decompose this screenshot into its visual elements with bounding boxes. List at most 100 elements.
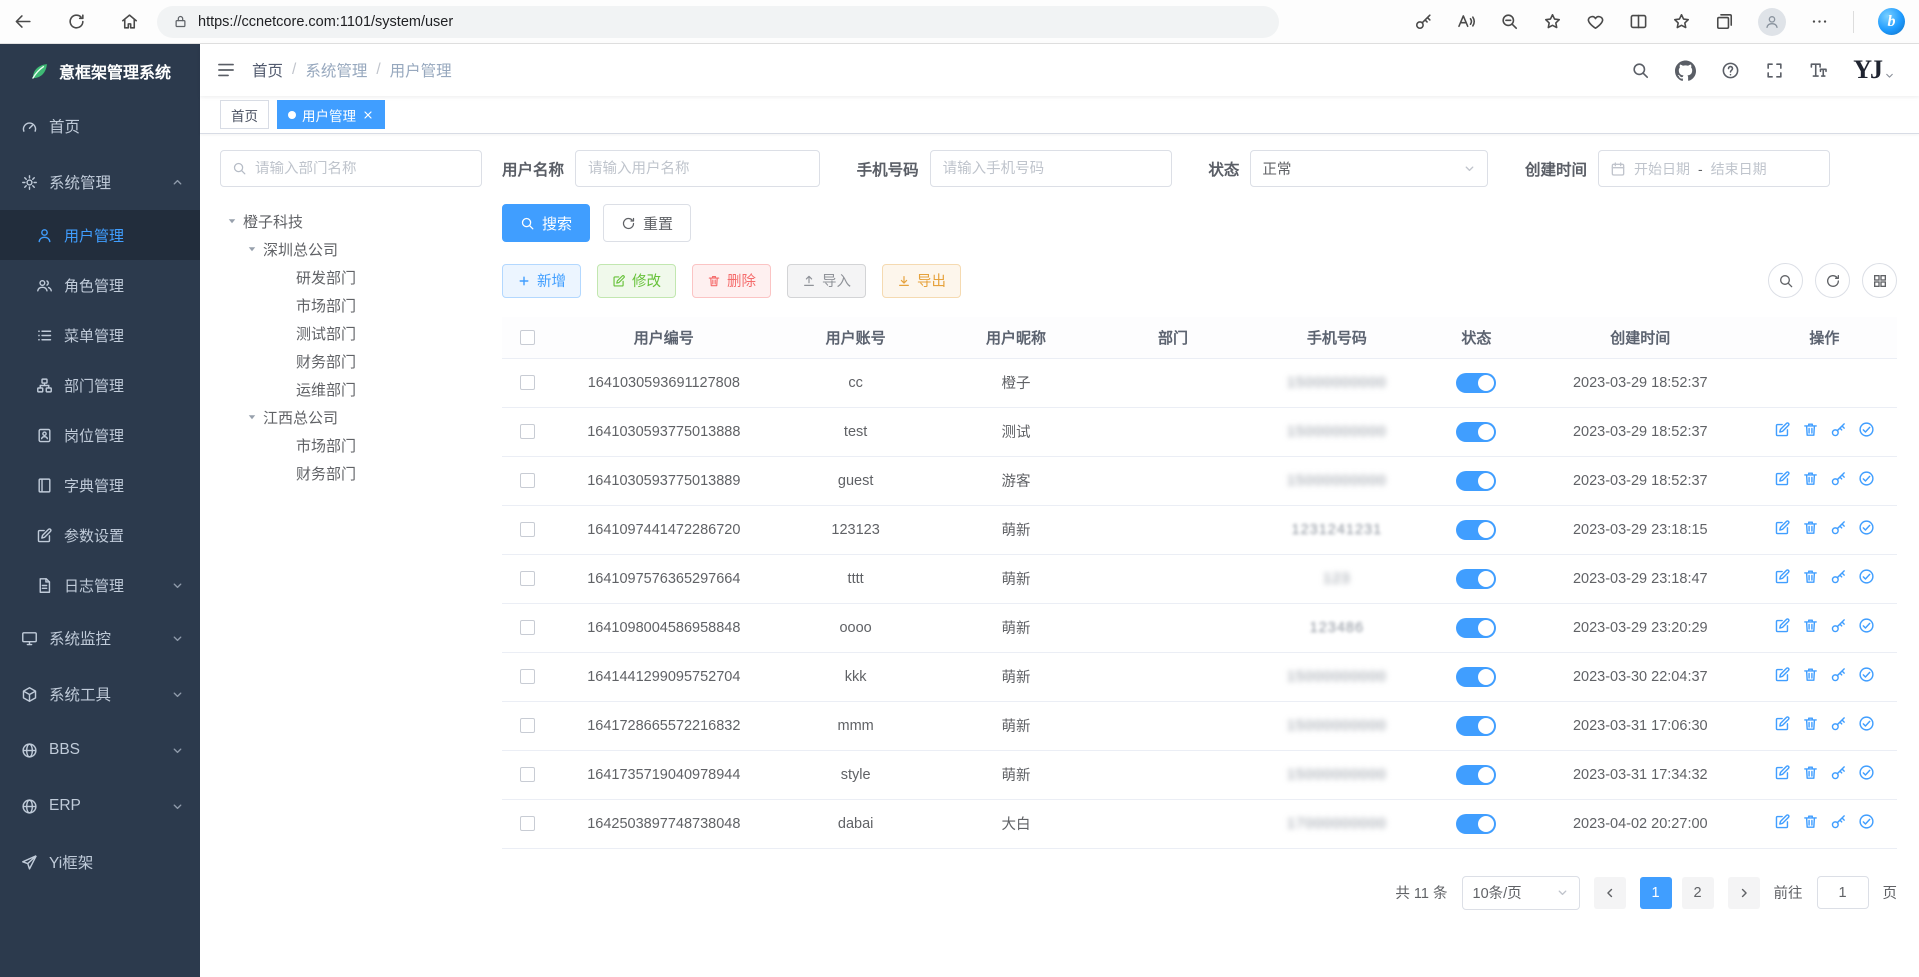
phone-input[interactable] (930, 150, 1172, 187)
delete-button[interactable]: 删除 (692, 264, 771, 298)
tab-close-icon[interactable] (362, 109, 374, 121)
columns-toggle-button[interactable] (1862, 263, 1897, 298)
page-size-select[interactable]: 10条/页 (1462, 876, 1580, 910)
row-checkbox[interactable] (520, 767, 535, 782)
breadcrumb-item[interactable]: 系统管理 (305, 59, 367, 81)
date-range-picker[interactable]: 开始日期 - 结束日期 (1598, 150, 1830, 187)
sidebar-item-user-mgmt[interactable]: 用户管理 (0, 210, 200, 260)
prev-page-button[interactable] (1594, 877, 1626, 909)
tree-node[interactable]: 财务部门 (220, 347, 482, 375)
edit-row-button[interactable] (1774, 666, 1791, 683)
status-toggle[interactable] (1456, 667, 1496, 687)
sidebar-item-param-settings[interactable]: 参数设置 (0, 510, 200, 560)
username-input[interactable] (575, 150, 820, 187)
status-toggle[interactable] (1456, 765, 1496, 785)
delete-row-button[interactable] (1802, 470, 1819, 487)
assign-role-button[interactable] (1858, 666, 1875, 683)
import-button[interactable]: 导入 (787, 264, 866, 298)
row-checkbox[interactable] (520, 620, 535, 635)
delete-row-button[interactable] (1802, 617, 1819, 634)
edit-row-button[interactable] (1774, 421, 1791, 438)
help-icon[interactable] (1721, 61, 1740, 80)
assign-role-button[interactable] (1858, 470, 1875, 487)
browser-refresh-button[interactable] (67, 12, 86, 31)
password-manager-icon[interactable] (1414, 12, 1433, 31)
sidebar-item-yi-framework[interactable]: Yi框架 (0, 834, 200, 890)
status-toggle[interactable] (1456, 422, 1496, 442)
status-toggle[interactable] (1456, 520, 1496, 540)
tree-node[interactable]: 市场部门 (220, 431, 482, 459)
tree-node[interactable]: 橙子科技 (220, 207, 482, 235)
reset-password-button[interactable] (1830, 421, 1847, 438)
sidebar-item-post-mgmt[interactable]: 岗位管理 (0, 410, 200, 460)
breadcrumb-item[interactable]: 首页 (252, 59, 283, 81)
sidebar-item-menu-mgmt[interactable]: 菜单管理 (0, 310, 200, 360)
assign-role-button[interactable] (1858, 519, 1875, 536)
edit-row-button[interactable] (1774, 715, 1791, 732)
dept-search-input[interactable] (255, 161, 470, 177)
collections-icon[interactable] (1715, 12, 1734, 31)
favorites-bar-icon[interactable] (1672, 12, 1691, 31)
breadcrumb-item[interactable]: 用户管理 (390, 59, 452, 81)
row-checkbox[interactable] (520, 473, 535, 488)
goto-page-input[interactable] (1817, 876, 1869, 909)
sidebar-item-dict-mgmt[interactable]: 字典管理 (0, 460, 200, 510)
reset-password-button[interactable] (1830, 715, 1847, 732)
font-size-icon[interactable] (1809, 61, 1828, 80)
sidebar-item-erp[interactable]: ERP (0, 778, 200, 834)
split-screen-icon[interactable] (1629, 12, 1648, 31)
reset-password-button[interactable] (1830, 519, 1847, 536)
row-checkbox[interactable] (520, 718, 535, 733)
sidebar-item-system[interactable]: 系统管理 (0, 154, 200, 210)
browser-essentials-icon[interactable] (1586, 12, 1605, 31)
sidebar-item-bbs[interactable]: BBS (0, 722, 200, 778)
sidebar-item-role-mgmt[interactable]: 角色管理 (0, 260, 200, 310)
copilot-bing-icon[interactable]: b (1878, 8, 1905, 35)
next-page-button[interactable] (1728, 877, 1760, 909)
read-aloud-icon[interactable] (1457, 12, 1476, 31)
delete-row-button[interactable] (1802, 813, 1819, 830)
toggle-search-button[interactable] (1768, 263, 1803, 298)
tab-用户管理[interactable]: 用户管理 (277, 100, 385, 129)
row-checkbox[interactable] (520, 424, 535, 439)
select-all-checkbox[interactable] (520, 330, 535, 345)
reset-password-button[interactable] (1830, 617, 1847, 634)
refresh-table-button[interactable] (1815, 263, 1850, 298)
sidebar-item-dept-mgmt[interactable]: 部门管理 (0, 360, 200, 410)
delete-row-button[interactable] (1802, 764, 1819, 781)
status-toggle[interactable] (1456, 814, 1496, 834)
edit-row-button[interactable] (1774, 470, 1791, 487)
favorites-icon[interactable] (1543, 12, 1562, 31)
assign-role-button[interactable] (1858, 764, 1875, 781)
browser-profile-avatar[interactable] (1758, 8, 1786, 36)
assign-role-button[interactable] (1858, 715, 1875, 732)
row-checkbox[interactable] (520, 816, 535, 831)
delete-row-button[interactable] (1802, 519, 1819, 536)
status-toggle[interactable] (1456, 373, 1496, 393)
tree-node[interactable]: 研发部门 (220, 263, 482, 291)
status-toggle[interactable] (1456, 618, 1496, 638)
delete-row-button[interactable] (1802, 568, 1819, 585)
sidebar-item-tools[interactable]: 系统工具 (0, 666, 200, 722)
sidebar-item-home[interactable]: 首页 (0, 98, 200, 154)
reset-password-button[interactable] (1830, 470, 1847, 487)
page-button-1[interactable]: 1 (1640, 877, 1672, 909)
browser-home-button[interactable] (120, 12, 139, 31)
tree-node[interactable]: 测试部门 (220, 319, 482, 347)
row-checkbox[interactable] (520, 375, 535, 390)
status-toggle[interactable] (1456, 471, 1496, 491)
address-bar[interactable]: https://ccnetcore.com:1101/system/user (157, 6, 1279, 38)
delete-row-button[interactable] (1802, 715, 1819, 732)
browser-back-button[interactable] (14, 12, 33, 31)
reset-password-button[interactable] (1830, 568, 1847, 585)
header-search-icon[interactable] (1631, 61, 1650, 80)
tree-node[interactable]: 市场部门 (220, 291, 482, 319)
assign-role-button[interactable] (1858, 813, 1875, 830)
add-button[interactable]: 新增 (502, 264, 581, 298)
assign-role-button[interactable] (1858, 568, 1875, 585)
status-select[interactable]: 正常 (1250, 150, 1488, 187)
reset-password-button[interactable] (1830, 764, 1847, 781)
user-avatar-logo[interactable]: YJ (1853, 58, 1895, 82)
status-toggle[interactable] (1456, 716, 1496, 736)
row-checkbox[interactable] (520, 571, 535, 586)
